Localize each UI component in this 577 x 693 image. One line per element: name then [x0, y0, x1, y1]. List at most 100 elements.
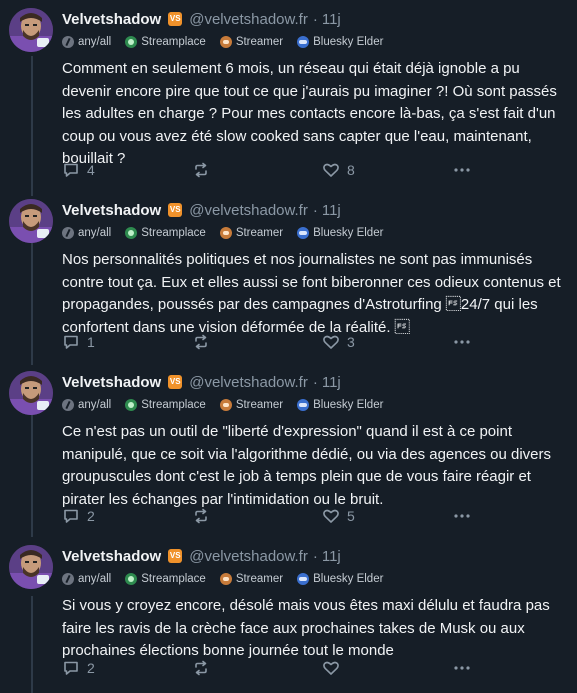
thread-feed: Velvetshadow VS @velvetshadow.fr · 11j a…	[0, 0, 577, 693]
reply-count: 4	[87, 162, 95, 178]
profile-badges: any/all Streamplace Streamer Bluesky Eld…	[62, 34, 397, 50]
post-actions: 1 3	[62, 333, 567, 353]
badge-streamer[interactable]: Streamer	[219, 573, 284, 585]
reply-button[interactable]: 2	[62, 507, 95, 525]
reply-button[interactable]: 1	[62, 333, 95, 351]
badge-streamplace[interactable]: Streamplace	[125, 573, 206, 585]
reply-icon	[64, 661, 78, 675]
reply-icon	[64, 509, 78, 523]
badge-streamer[interactable]: Streamer	[219, 227, 284, 239]
repost-button[interactable]	[192, 161, 217, 179]
streamer-icon	[219, 399, 232, 411]
badge-streamer[interactable]: Streamer	[219, 399, 284, 411]
avatar[interactable]	[9, 545, 53, 589]
streamer-icon	[219, 227, 232, 239]
like-button[interactable]: 8	[322, 161, 355, 179]
bluesky-elder-icon	[297, 227, 310, 239]
like-count: 5	[347, 508, 355, 524]
badge-label: Streamer	[235, 399, 284, 411]
more-options-button[interactable]	[452, 507, 472, 525]
badge-bluesky-elder[interactable]: Bluesky Elder	[297, 573, 383, 585]
badge-label: Streamer	[235, 36, 284, 48]
badge-label: Bluesky Elder	[313, 227, 384, 239]
more-options-button[interactable]	[452, 161, 472, 179]
post-time[interactable]: 11j	[322, 548, 341, 565]
reply-count: 1	[87, 334, 95, 350]
separator: ·	[312, 547, 318, 565]
badge-label: Bluesky Elder	[313, 573, 384, 585]
badge-any[interactable]: any/all	[62, 227, 111, 239]
any-icon	[62, 36, 74, 48]
like-button[interactable]: 3	[322, 333, 355, 351]
badge-label: Bluesky Elder	[313, 399, 384, 411]
post-actions: 2 5	[62, 507, 567, 527]
repost-button[interactable]	[192, 507, 217, 525]
any-icon	[62, 227, 74, 239]
streamplace-icon	[125, 399, 138, 411]
more-options-button[interactable]	[452, 333, 472, 351]
streamer-icon	[219, 36, 232, 48]
more-icon	[454, 666, 470, 670]
thread-line	[31, 56, 33, 196]
badge-streamplace[interactable]: Streamplace	[125, 227, 206, 239]
reply-button[interactable]: 2	[62, 659, 95, 677]
badge-any[interactable]: any/all	[62, 36, 111, 48]
reply-icon	[64, 335, 78, 349]
avatar[interactable]	[9, 199, 53, 243]
streamplace-icon	[125, 36, 138, 48]
thread-line	[31, 243, 33, 365]
badge-label: Streamplace	[141, 399, 206, 411]
badge-bluesky-elder[interactable]: Bluesky Elder	[297, 399, 383, 411]
badge-streamplace[interactable]: Streamplace	[125, 36, 206, 48]
badge-label: Streamer	[235, 573, 284, 585]
bluesky-elder-icon	[297, 36, 310, 48]
badge-any[interactable]: any/all	[62, 399, 111, 411]
verified-badge-icon: VS	[168, 375, 183, 389]
like-count: 8	[347, 162, 355, 178]
like-button[interactable]: 5	[322, 507, 355, 525]
author-name[interactable]: Velvetshadow	[62, 548, 161, 565]
more-options-button[interactable]	[452, 659, 472, 677]
like-count: 3	[347, 334, 355, 350]
repost-button[interactable]	[192, 659, 217, 677]
badge-streamplace[interactable]: Streamplace	[125, 399, 206, 411]
more-icon	[454, 168, 470, 172]
streamplace-icon	[125, 573, 138, 585]
repost-icon	[195, 508, 207, 524]
badge-streamer[interactable]: Streamer	[219, 36, 284, 48]
streamer-icon	[219, 573, 232, 585]
post-time[interactable]: 11j	[322, 11, 341, 28]
author-handle[interactable]: @velvetshadow.fr	[189, 202, 308, 219]
repost-button[interactable]	[192, 333, 217, 351]
verified-badge-icon: VS	[168, 549, 183, 563]
like-button[interactable]	[322, 659, 347, 677]
author-name[interactable]: Velvetshadow	[62, 374, 161, 391]
badge-label: Streamer	[235, 227, 284, 239]
post-time[interactable]: 11j	[322, 202, 341, 219]
post-time[interactable]: 11j	[322, 374, 341, 391]
avatar[interactable]	[9, 371, 53, 415]
author-handle[interactable]: @velvetshadow.fr	[189, 548, 308, 565]
badge-label: any/all	[78, 399, 112, 411]
badge-label: any/all	[78, 227, 112, 239]
author-name[interactable]: Velvetshadow	[62, 11, 161, 28]
badge-bluesky-elder[interactable]: Bluesky Elder	[297, 227, 383, 239]
reply-button[interactable]: 4	[62, 161, 95, 179]
any-icon	[62, 399, 74, 411]
author-handle[interactable]: @velvetshadow.fr	[189, 374, 308, 391]
badge-bluesky-elder[interactable]: Bluesky Elder	[297, 36, 383, 48]
author-handle[interactable]: @velvetshadow.fr	[189, 11, 308, 28]
separator: ·	[312, 201, 318, 219]
reply-icon	[64, 163, 78, 177]
reply-count: 2	[87, 508, 95, 524]
profile-badges: any/all Streamplace Streamer Bluesky Eld…	[62, 397, 397, 413]
heart-icon	[323, 509, 339, 523]
badge-any[interactable]: any/all	[62, 573, 111, 585]
post-text: Ce n'est pas un outil de "liberté d'expr…	[62, 423, 551, 508]
repost-icon	[195, 334, 207, 350]
separator: ·	[312, 10, 318, 28]
more-icon	[454, 340, 470, 344]
author-name[interactable]: Velvetshadow	[62, 202, 161, 219]
profile-badges: any/all Streamplace Streamer Bluesky Eld…	[62, 225, 397, 241]
avatar[interactable]	[9, 8, 53, 52]
